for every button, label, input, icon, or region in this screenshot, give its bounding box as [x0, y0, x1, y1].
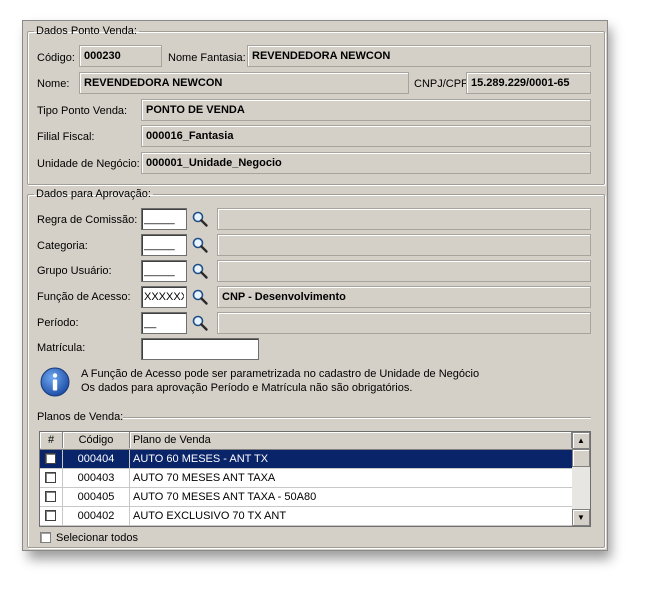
select-all-checkbox[interactable] [40, 532, 51, 543]
unidade-negocio-label: Unidade de Negócio: [37, 158, 140, 170]
row-codigo: 000405 [63, 488, 130, 506]
table-row[interactable]: 000403 AUTO 70 MESES ANT TAXA [40, 469, 572, 488]
row-select-cell [40, 469, 63, 487]
grupo-usuario-input[interactable] [141, 260, 187, 282]
form-window: Dados Ponto Venda: Código: 000230 Nome F… [22, 20, 608, 551]
unidade-negocio-field: 000001_Unidade_Negocio [141, 152, 591, 174]
grid-header-plano[interactable]: Plano de Venda [130, 432, 572, 448]
tipo-ponto-venda-label: Tipo Ponto Venda: [37, 105, 128, 117]
matricula-input[interactable] [141, 338, 259, 360]
categoria-input[interactable] [141, 234, 187, 256]
codigo-field: 000230 [79, 45, 162, 67]
planos-venda-divider [123, 417, 591, 419]
grid-header-select[interactable]: # [40, 432, 63, 448]
row-checkbox[interactable] [45, 510, 56, 521]
regra-comissao-input[interactable] [141, 208, 187, 230]
cnpj-label: CNPJ/CPF: [414, 78, 471, 90]
periodo-input[interactable] [141, 312, 187, 334]
nome-fantasia-label: Nome Fantasia: [168, 52, 246, 64]
nome-fantasia-field: REVENDEDORA NEWCON [247, 45, 591, 67]
periodo-search-icon[interactable] [191, 314, 209, 332]
categoria-label: Categoria: [37, 240, 88, 252]
info-note-line1: A Função de Acesso pode ser parametrizad… [81, 368, 480, 380]
row-checkbox[interactable] [45, 472, 56, 483]
planos-venda-legend: Planos de Venda: [37, 411, 124, 423]
scroll-down-arrow-icon[interactable]: ▼ [572, 509, 590, 526]
grid-vertical-scrollbar[interactable]: ▲ ▼ [572, 432, 590, 526]
row-plano: AUTO 70 MESES ANT TAXA - 50A80 [133, 491, 317, 503]
row-select-cell [40, 507, 63, 525]
codigo-label: Código: [37, 52, 75, 64]
periodo-label: Período: [37, 317, 79, 329]
row-select-cell [40, 450, 63, 468]
row-checkbox[interactable] [45, 491, 56, 502]
regra-comissao-label: Regra de Comissão: [37, 214, 138, 226]
table-row[interactable]: 000405 AUTO 70 MESES ANT TAXA - 50A80 [40, 488, 572, 507]
dados-ponto-venda-legend: Dados Ponto Venda: [36, 25, 137, 37]
grupo-usuario-label: Grupo Usuário: [37, 265, 112, 277]
periodo-desc [217, 312, 591, 334]
nome-label: Nome: [37, 78, 70, 90]
filial-fiscal-field: 000016_Fantasia [141, 125, 591, 147]
row-plano: AUTO EXCLUSIVO 70 TX ANT [133, 510, 287, 522]
nome-field: REVENDEDORA NEWCON [79, 72, 409, 94]
funcao-acesso-label: Função de Acesso: [37, 291, 131, 303]
scroll-thumb[interactable] [572, 449, 590, 467]
matricula-label: Matrícula: [37, 342, 86, 354]
tipo-ponto-venda-field: PONTO DE VENDA [141, 99, 591, 121]
grid-header-codigo[interactable]: Código [63, 432, 130, 448]
cnpj-field: 15.289.229/0001-65 [466, 72, 591, 94]
planos-venda-grid[interactable]: # Código Plano de Venda 000404 AUTO 60 M… [39, 431, 591, 527]
grid-header: # Código Plano de Venda [40, 432, 572, 450]
row-codigo: 000404 [63, 450, 130, 468]
select-all-label[interactable]: Selecionar todos [56, 531, 138, 545]
info-note-line2: Os dados para aprovação Período e Matríc… [81, 382, 413, 394]
funcao-acesso-search-icon[interactable] [191, 288, 209, 306]
categoria-desc [217, 234, 591, 256]
row-plano: AUTO 60 MESES - ANT TX [133, 453, 269, 465]
categoria-search-icon[interactable] [191, 236, 209, 254]
regra-comissao-search-icon[interactable] [191, 210, 209, 228]
table-row[interactable]: 000404 AUTO 60 MESES - ANT TX [40, 450, 572, 469]
table-row[interactable]: 000402 AUTO EXCLUSIVO 70 TX ANT [40, 507, 572, 526]
grupo-usuario-search-icon[interactable] [191, 262, 209, 280]
funcao-acesso-input[interactable] [141, 286, 187, 308]
regra-comissao-desc [217, 208, 591, 230]
row-plano: AUTO 70 MESES ANT TAXA [133, 472, 276, 484]
row-select-cell [40, 488, 63, 506]
row-codigo: 000403 [63, 469, 130, 487]
grupo-usuario-desc [217, 260, 591, 282]
row-checkbox[interactable] [45, 453, 56, 464]
row-codigo: 000402 [63, 507, 130, 525]
scroll-up-arrow-icon[interactable]: ▲ [572, 432, 590, 449]
info-icon [40, 367, 70, 397]
dados-aprovacao-legend: Dados para Aprovação: [36, 188, 151, 200]
funcao-acesso-desc: CNP - Desenvolvimento [217, 286, 591, 308]
filial-fiscal-label: Filial Fiscal: [37, 131, 95, 143]
